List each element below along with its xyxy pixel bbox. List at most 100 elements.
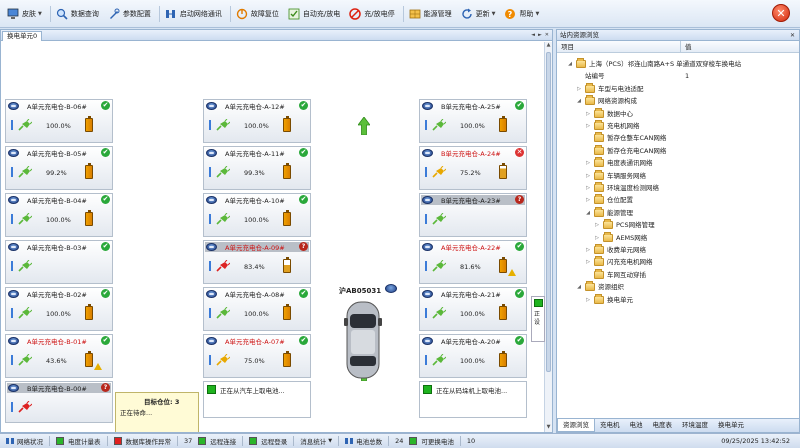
expand-icon[interactable]: ▷ xyxy=(585,182,591,194)
charging-slot[interactable]: A单元充电仓-A-12# ✔ 100.0% xyxy=(203,99,311,143)
charging-slot[interactable]: A单元充电仓-B-05# ✔ 99.2% xyxy=(5,146,113,190)
slot-indicator-bar xyxy=(209,355,211,365)
expand-icon[interactable]: ▷ xyxy=(585,256,591,268)
status-separator xyxy=(49,436,50,446)
charging-slot[interactable]: A单元充电仓-A-21# ✔ 100.0% xyxy=(419,287,527,331)
status-item-label: 24 xyxy=(395,437,404,445)
charging-slot[interactable]: A单元充电仓-B-04# ✔ 100.0% xyxy=(5,193,113,237)
tab-resource-0[interactable]: 资源浏览 xyxy=(557,419,595,432)
tree-node-label: 车型与电池适配 xyxy=(598,84,644,93)
toolbar-button-7[interactable]: 能源管理 xyxy=(406,3,455,25)
scroll-up-icon[interactable]: ▲ xyxy=(545,42,552,50)
tab-resource-4[interactable]: 环境温度 xyxy=(677,419,713,432)
toolbar-button-3[interactable]: 启动网络通讯 xyxy=(162,3,225,25)
tree-node[interactable]: ◢ 能源管理 xyxy=(585,206,633,219)
charging-slot[interactable]: A单元充电仓-A-08# ✔ 100.0% xyxy=(203,287,311,331)
tree-node[interactable]: ▷ 换电单元 xyxy=(585,293,633,306)
tree-node[interactable]: ▷ 电度表通讯网络 xyxy=(585,157,653,169)
tree-node[interactable]: ▷ 充电机网络 xyxy=(585,120,640,132)
tree-node[interactable]: 暂存仓整车CAN网络 xyxy=(585,132,666,144)
toolbar-button-6[interactable]: 充/放电停 xyxy=(346,3,397,25)
charging-slot[interactable]: A单元充电仓-B-01# ✔ 43.6% xyxy=(5,334,113,378)
status-ok-icon: ✔ xyxy=(101,242,110,251)
tab-resource-2[interactable]: 电池 xyxy=(625,419,648,432)
chevron-down-icon[interactable]: ▼ xyxy=(535,11,539,17)
tree-node[interactable]: ▷ 闪充充电机网络 xyxy=(585,256,653,268)
close-icon[interactable]: ✕ xyxy=(790,30,795,41)
chevron-down-icon[interactable]: ▼ xyxy=(328,438,332,444)
tree-node[interactable]: ▷ AEMS网络 xyxy=(594,231,647,244)
close-tab-icon[interactable]: ✕ xyxy=(545,32,549,38)
panel-title: 站内资源浏览 xyxy=(560,31,599,39)
tree-node[interactable]: ▷ 车辆服务网络 xyxy=(585,169,646,182)
expand-icon[interactable]: ▷ xyxy=(585,244,591,256)
scroll-down-icon[interactable]: ▼ xyxy=(545,424,552,432)
next-tab-icon[interactable]: ► xyxy=(538,32,542,38)
expand-icon[interactable]: ▷ xyxy=(585,294,591,306)
tree-node[interactable]: ▷ 数据中心 xyxy=(585,107,633,120)
chevron-down-icon[interactable]: ▼ xyxy=(492,11,496,17)
expand-icon[interactable]: ▷ xyxy=(576,83,582,95)
toolbar-button-5[interactable]: 自动充/放电 xyxy=(285,3,343,25)
car-icon[interactable] xyxy=(344,300,382,380)
toolbar-button-2[interactable]: 参数配置 xyxy=(105,3,154,25)
close-button[interactable]: ✕ xyxy=(772,4,790,22)
tab-resource-3[interactable]: 电度表 xyxy=(648,419,678,432)
toolbar-button-9[interactable]: ? 帮助 ▼ xyxy=(501,3,542,25)
expand-icon[interactable]: ▷ xyxy=(585,194,591,206)
tab-swap-unit-0[interactable]: 换电单元0 xyxy=(2,30,43,41)
toolbar-button-8[interactable]: 更新 ▼ xyxy=(458,3,499,25)
toolbar-button-4[interactable]: 故障复位 xyxy=(233,3,282,25)
status-ok-icon: ✔ xyxy=(299,336,308,345)
expand-icon[interactable]: ◢ xyxy=(576,95,582,107)
tab-resource-1[interactable]: 充电机 xyxy=(595,419,625,432)
scroll-thumb[interactable] xyxy=(546,52,551,372)
expand-icon[interactable]: ▷ xyxy=(585,120,591,132)
charging-slot[interactable]: A单元充电仓-A-09#? 83.4% xyxy=(203,240,311,284)
toolbar-button-0[interactable]: 皮肤 ▼ xyxy=(4,3,45,25)
status-ok-icon: ✔ xyxy=(101,336,110,345)
charging-slot[interactable]: A单元充电仓-A-10# ✔ 100.0% xyxy=(203,193,311,237)
tree-node[interactable]: ▷ 车型与电池适配 xyxy=(576,82,644,95)
vertical-scrollbar[interactable]: ▲ ▼ xyxy=(544,42,552,432)
toolbar-button-1[interactable]: 数据查询 xyxy=(53,3,102,25)
tree-node[interactable]: ◢ 上海（PCS）祁连山南路A+S 单通道双穿梭车换电站 xyxy=(567,58,741,70)
tree-node[interactable]: 车网互动穿插 xyxy=(585,268,646,281)
tree-node[interactable]: ▷ 收费单元网络 xyxy=(585,244,646,256)
column-header-value[interactable]: 值 xyxy=(681,41,692,52)
status-ok-icon: ✔ xyxy=(101,148,110,157)
tab-resource-5[interactable]: 换电单元 xyxy=(713,419,749,432)
expand-icon[interactable]: ◢ xyxy=(585,207,591,219)
expand-icon[interactable]: ▷ xyxy=(585,108,591,120)
charging-slot[interactable]: A单元充电仓-B-02# ✔ 100.0% xyxy=(5,287,113,331)
charging-slot[interactable]: A单元充电仓-B-06# ✔ 100.0% xyxy=(5,99,113,143)
expand-icon[interactable]: ▷ xyxy=(585,170,591,182)
expand-icon[interactable]: ▷ xyxy=(594,232,600,244)
tree-node[interactable]: ◢ 网络资源构成 xyxy=(576,95,637,107)
charging-slot[interactable]: A单元充电仓-B-03# ✔ xyxy=(5,240,113,284)
expand-icon[interactable]: ▷ xyxy=(585,157,591,169)
column-header-item[interactable]: 项目 xyxy=(557,41,681,52)
tree-node[interactable]: ▷ PCS网络管理 xyxy=(594,219,655,231)
tree-node[interactable]: ◢ 资源组织 xyxy=(576,281,624,293)
folder-icon xyxy=(594,268,604,279)
expand-icon[interactable]: ▷ xyxy=(594,219,600,231)
charging-slot[interactable]: A单元充电仓-A-07# ✔ 75.0% xyxy=(203,334,311,378)
tree-node[interactable]: ▷ 环境温度检测网络 xyxy=(585,182,659,194)
plug-icon xyxy=(18,119,32,131)
charging-slot[interactable]: A单元充电仓-A-11# ✔ 99.3% xyxy=(203,146,311,190)
charging-slot[interactable]: A单元充电仓-A-20# ✔ 100.0% xyxy=(419,334,527,378)
charging-slot[interactable]: B单元充电仓-A-25# ✔ 100.0% xyxy=(419,99,527,143)
slot-header: A单元充电仓-A-11# xyxy=(205,148,309,158)
tree-node[interactable]: ▷ 仓位配置 xyxy=(585,194,633,206)
charging-slot[interactable]: B单元充电仓-A-23#? xyxy=(419,193,527,237)
tree-node[interactable]: 暂存仓充电CAN网络 xyxy=(585,144,666,157)
charging-slot[interactable]: B单元充电仓-A-24# ✕ 75.2% xyxy=(419,146,527,190)
charging-slot[interactable]: A单元充电仓-A-22# ✔ 81.6% xyxy=(419,240,527,284)
expand-icon[interactable]: ◢ xyxy=(576,281,582,293)
expand-icon[interactable]: ◢ xyxy=(567,58,573,70)
charging-slot[interactable]: B单元充电仓-B-00#? xyxy=(5,381,113,423)
prev-tab-icon[interactable]: ◄ xyxy=(531,32,535,38)
tree-node[interactable]: 站编号 xyxy=(576,70,605,82)
chevron-down-icon[interactable]: ▼ xyxy=(38,11,42,17)
